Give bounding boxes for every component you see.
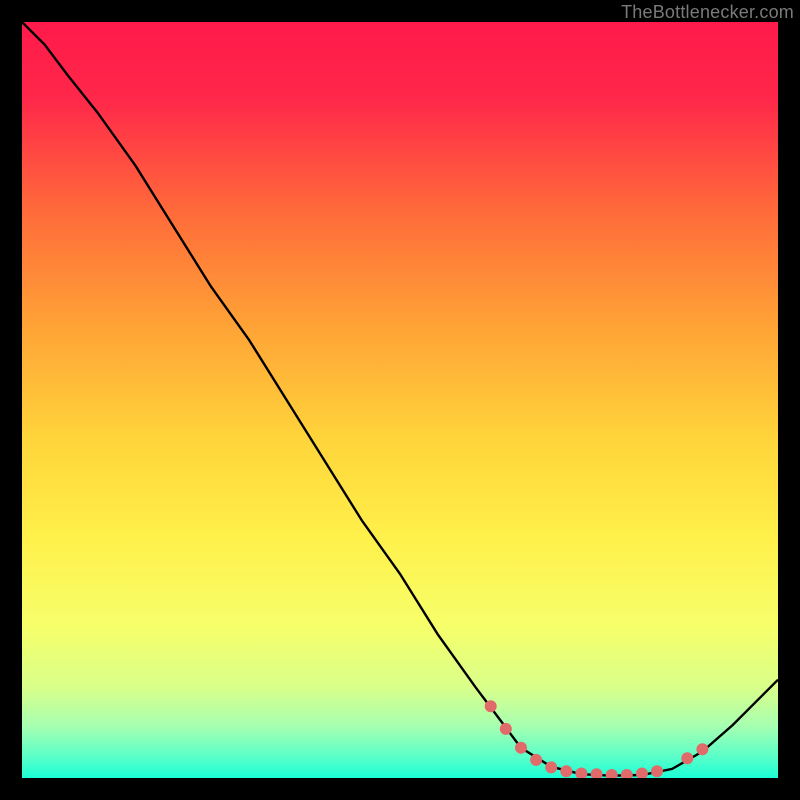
sweet-spot-dot — [651, 765, 663, 777]
watermark-text: TheBottlenecker.com — [621, 2, 794, 23]
sweet-spot-dot — [545, 761, 557, 773]
sweet-spot-dot — [485, 700, 497, 712]
sweet-spot-dot — [560, 765, 572, 777]
chart-stage: TheBottlenecker.com — [0, 0, 800, 800]
sweet-spot-dot — [681, 752, 693, 764]
sweet-spot-dot — [530, 754, 542, 766]
chart-background — [22, 22, 778, 778]
sweet-spot-dot — [515, 742, 527, 754]
sweet-spot-dot — [696, 743, 708, 755]
bottleneck-chart — [22, 22, 778, 778]
sweet-spot-dot — [500, 723, 512, 735]
